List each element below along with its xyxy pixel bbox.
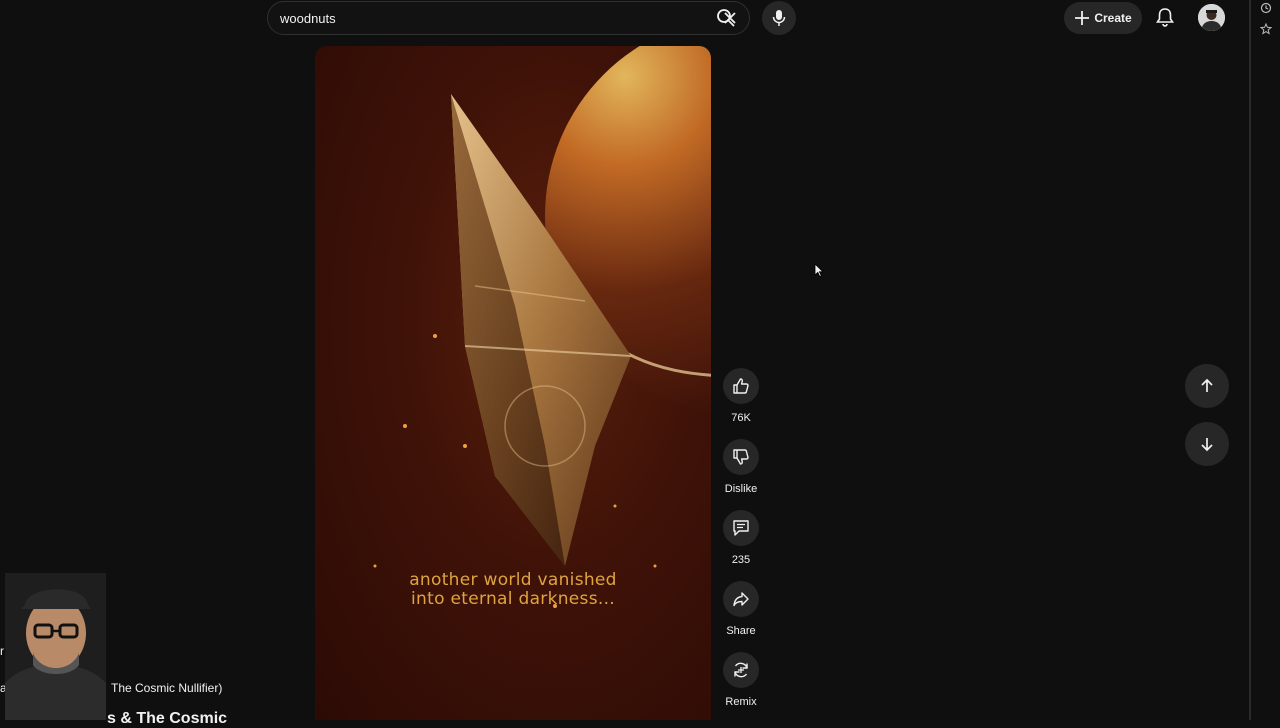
next-short-button[interactable] bbox=[1185, 422, 1229, 466]
like-button[interactable] bbox=[723, 368, 759, 404]
thumbs-up-icon bbox=[733, 378, 749, 394]
search-icon bbox=[717, 9, 735, 27]
comment-icon bbox=[733, 520, 749, 536]
like-action: 76K bbox=[720, 368, 762, 424]
caption-line-1: another world vanished bbox=[409, 570, 617, 590]
plus-icon bbox=[1075, 11, 1090, 25]
search-box[interactable]: woodnuts bbox=[267, 1, 750, 35]
search-input[interactable]: woodnuts bbox=[280, 11, 715, 26]
create-label: Create bbox=[1094, 11, 1132, 25]
share-button[interactable] bbox=[723, 581, 759, 617]
avatar-image bbox=[1198, 4, 1225, 31]
search-button[interactable] bbox=[702, 1, 750, 35]
video-caption: another world vanished into eternal dark… bbox=[315, 571, 711, 609]
share-action: Share bbox=[720, 581, 762, 637]
share-icon bbox=[733, 592, 749, 607]
video-frame bbox=[373, 46, 711, 608]
comment-action: 235 bbox=[720, 510, 762, 566]
like-count: 76K bbox=[731, 412, 751, 424]
notifications-button[interactable] bbox=[1150, 2, 1180, 32]
remix-label: Remix bbox=[725, 696, 757, 708]
bell-icon bbox=[1156, 8, 1174, 27]
remix-icon bbox=[734, 662, 748, 678]
remix-button[interactable] bbox=[723, 652, 759, 688]
arrow-down-icon bbox=[1201, 438, 1213, 452]
star-icon[interactable] bbox=[1260, 23, 1272, 35]
comment-count: 235 bbox=[731, 554, 751, 566]
share-label: Share bbox=[726, 625, 756, 637]
creator-overlay-image bbox=[5, 573, 106, 720]
short-video-player[interactable]: another world vanished into eternal dark… bbox=[315, 46, 711, 720]
caption-line-2: into eternal darkness... bbox=[411, 589, 615, 609]
browser-edge-icons bbox=[1260, 2, 1274, 35]
dislike-label: Dislike bbox=[724, 483, 758, 495]
dislike-action: Dislike bbox=[720, 439, 762, 495]
account-avatar[interactable] bbox=[1198, 4, 1225, 31]
thumbs-down-icon bbox=[733, 449, 749, 465]
overlay-heading: s & The Cosmic bbox=[107, 710, 228, 727]
microphone-icon bbox=[772, 10, 786, 26]
comments-button[interactable] bbox=[723, 510, 759, 546]
dislike-button[interactable] bbox=[723, 439, 759, 475]
overlay-video-title: The Cosmic Nullifier) bbox=[111, 681, 223, 695]
voice-search-button[interactable] bbox=[762, 1, 796, 35]
arrow-up-icon bbox=[1201, 378, 1213, 392]
previous-short-button[interactable] bbox=[1185, 364, 1229, 408]
scrollbar[interactable] bbox=[1249, 0, 1251, 720]
mouse-cursor bbox=[814, 263, 824, 277]
create-button[interactable]: Create bbox=[1064, 2, 1142, 34]
remix-action: Remix bbox=[720, 652, 762, 708]
clock-icon[interactable] bbox=[1260, 2, 1272, 14]
